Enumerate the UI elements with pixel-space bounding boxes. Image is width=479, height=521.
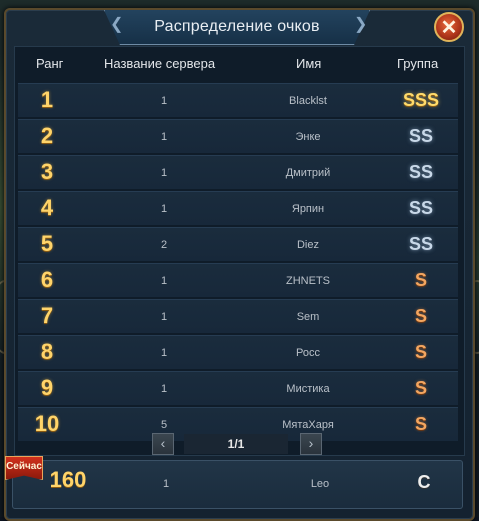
current-player-group: C [417,472,431,492]
window-title: Распределение очков [154,18,320,35]
row-rank: 9 [40,375,54,400]
row-server: 1 [160,311,168,323]
row-player-name: Дмитрий [285,167,331,179]
row-group: S [414,306,427,326]
row-player-name: Blacklst [289,95,327,107]
next-page-button[interactable]: › [300,433,322,455]
title-left-ornament-icon: ❮ [110,16,124,33]
pagination: ‹ 1/1 › [152,433,322,455]
row-rank: 1 [40,87,54,112]
table-row: 9 1 Мистика S [18,371,458,405]
row-rank: 4 [40,195,54,220]
row-player-name: ZHNETS [286,275,330,287]
row-group: SS [408,198,433,218]
row-rank: 10 [34,411,60,436]
table-row: 4 1 Ярпин SS [18,191,458,225]
row-player-name: Diez [296,239,319,251]
row-rank: 2 [40,123,54,148]
row-server: 1 [160,95,168,107]
table-row: 3 1 Дмитрий SS [18,155,458,189]
row-group: SS [408,162,433,182]
table-row: 2 1 Энке SS [18,119,458,153]
close-icon: ✕ [440,16,458,39]
row-player-name: Sem [296,311,320,323]
row-server: 1 [160,167,168,179]
row-rank: 6 [40,267,54,292]
row-group: S [414,378,427,398]
column-header-name: Имя [296,56,322,71]
row-group: SSS [402,90,440,110]
row-server: 1 [160,347,168,359]
row-rank: 5 [40,231,54,256]
current-player-server: 1 [163,478,170,490]
row-server: 2 [160,239,168,251]
row-player-name: Ярпин [291,203,325,215]
row-player-name: Энке [295,131,321,143]
title-bar: Распределение очков [104,10,370,45]
row-rank: 7 [40,303,54,328]
row-server: 1 [160,203,168,215]
row-rank: 8 [40,339,54,364]
row-player-name: МятаХаря [282,419,334,431]
ranking-list: 1 1 Blacklst SSS 2 1 Энке SS 3 1 Дмитрий SS 4 1 Ярпин S… [18,83,458,443]
row-rank: 3 [40,159,54,184]
row-server: 5 [160,419,168,431]
title-right-ornament-icon: ❯ [354,16,368,33]
chevron-left-icon: ‹ [160,435,166,451]
table-row: 8 1 Росс S [18,335,458,369]
table-row: 7 1 Sem S [18,299,458,333]
chevron-right-icon: › [308,435,314,451]
row-server: 1 [160,275,168,287]
table-header: Ранг Название сервера Имя Группа [14,50,463,78]
row-group: SS [408,126,433,146]
table-row: 5 2 Diez SS [18,227,458,261]
table-row: 6 1 ZHNETS S [18,263,458,297]
column-header-rank: Ранг [36,56,64,71]
row-player-name: Мистика [286,383,330,395]
row-server: 1 [160,383,168,395]
current-player-rank: 160 [49,467,87,492]
current-player-name: Leo [310,478,330,490]
row-group: S [414,342,427,362]
row-server: 1 [160,131,168,143]
column-header-server: Название сервера [104,56,216,71]
close-button[interactable]: ✕ [434,12,464,42]
row-group: S [414,414,427,434]
row-player-name: Росс [296,347,320,359]
column-header-group: Группа [397,56,439,71]
page-indicator: 1/1 [184,434,288,454]
row-group: SS [408,234,433,254]
table-row: 1 1 Blacklst SSS [18,83,458,117]
prev-page-button[interactable]: ‹ [152,433,174,455]
row-group: S [414,270,427,290]
